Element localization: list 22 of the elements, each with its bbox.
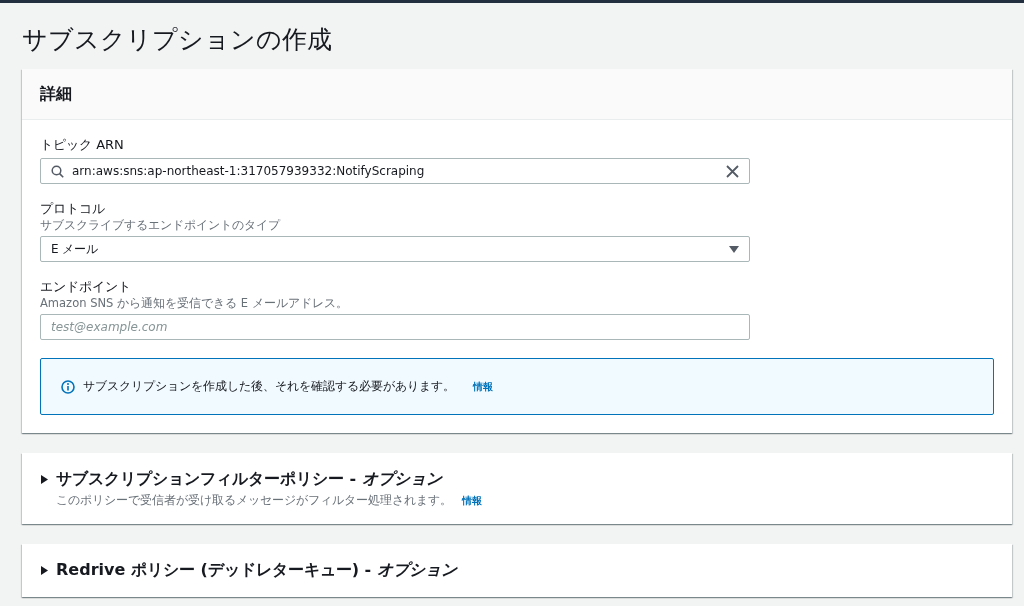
- info-link[interactable]: 情報: [473, 379, 493, 394]
- field-label: プロトコル: [40, 200, 106, 218]
- clear-icon[interactable]: [726, 164, 739, 178]
- protocol-select[interactable]: E メール: [40, 236, 750, 262]
- endpoint-field[interactable]: test@example.com: [40, 314, 750, 340]
- dropdown-icon: [729, 245, 739, 253]
- search-icon: [51, 164, 64, 178]
- field-label: エンドポイント: [40, 278, 132, 296]
- info-icon: [61, 379, 75, 394]
- page-title: サブスクリプションの作成: [22, 25, 333, 55]
- info-link[interactable]: 情報: [462, 495, 482, 506]
- section-description: このポリシーで受信者が受け取るメッセージがフィルター処理されます。: [56, 493, 452, 507]
- section-title[interactable]: サブスクリプションフィルターポリシー - オプション: [56, 469, 442, 490]
- topic-arn-field[interactable]: arn:aws:sns:ap-northeast-1:317057939332:NotifyScraping: [40, 158, 750, 184]
- card-title: 詳細: [40, 84, 72, 103]
- section-title[interactable]: Redrive ポリシー (デッドレターキュー) - オプション: [56, 560, 457, 581]
- field-label: トピック ARN: [40, 136, 125, 154]
- field-description: Amazon SNS から通知を受信できる E メールアドレス。: [40, 296, 349, 310]
- caret-right-icon[interactable]: [40, 566, 48, 575]
- field-description: サブスクライブするエンドポイントのタイプ: [40, 218, 282, 232]
- alert-text: サブスクリプションを作成した後、それを確認する必要があります。: [83, 378, 455, 395]
- caret-right-icon[interactable]: [40, 475, 48, 484]
